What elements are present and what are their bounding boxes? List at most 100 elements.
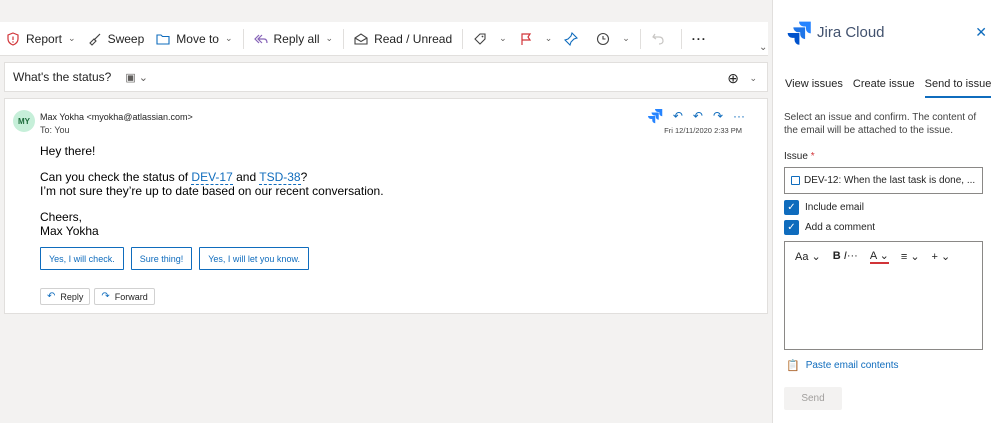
message-actions: ↶ ↶ ↷ ···: [647, 108, 745, 124]
toolbar-divider: [680, 28, 682, 49]
closing-text: Cheers,: [40, 210, 83, 224]
add-comment-checkbox[interactable]: ✓: [784, 220, 799, 235]
send-button[interactable]: Send: [784, 387, 842, 410]
jira-addin-pane: Jira Cloud ✕ View issues Create issue Se…: [772, 0, 999, 423]
avatar: MY: [13, 110, 35, 132]
chevron-down-icon: ⌄: [68, 33, 76, 43]
add-comment-row[interactable]: ✓ Add a comment: [784, 220, 875, 235]
font-size-button[interactable]: Aa ⌄: [795, 250, 821, 263]
flag-button[interactable]: ⌄: [513, 25, 559, 53]
clipboard-icon: 📋: [786, 360, 800, 372]
shield-report-icon: [7, 31, 19, 46]
immersive-reader-icon[interactable]: ▣ ⌄: [125, 71, 148, 84]
chevron-down-icon: ⌄: [224, 33, 233, 43]
reply-all-icon[interactable]: ↶: [693, 109, 703, 123]
pane-title: Jira Cloud: [817, 24, 885, 41]
categorize-button[interactable]: ⌄: [467, 25, 513, 53]
body-line-1-and: and: [232, 170, 260, 184]
font-size-label: Aa: [795, 250, 809, 263]
tag-icon: [474, 32, 486, 45]
more-options-button[interactable]: ···: [686, 25, 713, 53]
tab-send-to-issue[interactable]: Send to issue: [924, 78, 992, 98]
signature-text: Max Yokha: [40, 224, 99, 238]
report-button[interactable]: Report ⌄: [0, 25, 82, 53]
suggested-reply-button[interactable]: Sure thing!: [130, 247, 193, 270]
chevron-down-icon: ⌄: [499, 33, 507, 43]
suggested-replies: Yes, I will check. Sure thing! Yes, I wi…: [40, 247, 309, 270]
read-unread-label: Read / Unread: [374, 31, 453, 46]
toolbar-divider: [639, 28, 641, 49]
reply-all-button[interactable]: Reply all ⌄: [248, 25, 340, 53]
forward-icon: ↷: [101, 291, 110, 302]
zoom-icon[interactable]: ⊕: [727, 70, 739, 87]
text-color-button[interactable]: A ⌄: [869, 249, 889, 264]
reply-icon[interactable]: ↶: [673, 109, 683, 123]
message-date: Fri 12/11/2020 2:33 PM: [664, 126, 742, 135]
comment-editor[interactable]: Aa ⌄ B I··· A ⌄ ≡ ⌄ + ⌄: [784, 241, 983, 350]
clock-icon: [597, 32, 610, 45]
snooze-button[interactable]: ⌄: [590, 25, 636, 53]
undo-button[interactable]: [645, 25, 677, 53]
issue-link-tsd-38[interactable]: TSD-38: [259, 170, 301, 185]
move-to-button[interactable]: Move to ⌄: [150, 25, 238, 53]
sweep-button[interactable]: Sweep: [82, 25, 151, 53]
message-card: MY Max Yokha <myokha@atlassian.com> To: …: [4, 98, 768, 314]
chevron-down-icon[interactable]: ⌄: [759, 42, 767, 53]
pin-button[interactable]: [558, 25, 590, 53]
more-actions-icon[interactable]: ···: [733, 109, 745, 123]
chevron-down-icon: ⌄: [622, 33, 630, 43]
folder-move-icon: [156, 33, 170, 45]
forward-label: Forward: [114, 291, 148, 302]
include-email-checkbox[interactable]: ✓: [784, 200, 799, 215]
tab-create-issue[interactable]: Create issue: [853, 78, 915, 98]
body-line-1-suffix: ?: [300, 170, 308, 184]
issue-link-dev-17[interactable]: DEV-17: [191, 170, 233, 185]
jira-tabs: View issues Create issue Send to issue: [785, 78, 992, 98]
include-email-label: Include email: [805, 202, 864, 213]
recipient-line: To: You: [40, 125, 70, 135]
subject-bar: What's the status? ▣ ⌄ ⊕ ⌄: [4, 62, 768, 92]
list-button[interactable]: ≡ ⌄: [901, 250, 920, 263]
pin-icon: [564, 31, 579, 46]
read-unread-button[interactable]: Read / Unread: [348, 25, 458, 53]
jira-icon[interactable]: [647, 108, 663, 124]
message-body: Hey there! Can you check the status of D…: [40, 144, 384, 238]
tab-view-issues[interactable]: View issues: [785, 78, 843, 98]
forward-icon[interactable]: ↷: [713, 109, 723, 123]
suggested-reply-button[interactable]: Yes, I will let you know.: [199, 247, 309, 270]
text-color-label: A: [869, 249, 877, 262]
editor-toolbar: Aa ⌄ B I··· A ⌄ ≡ ⌄ + ⌄: [785, 242, 982, 270]
paste-email-contents-link[interactable]: 📋 Paste email contents: [786, 359, 899, 372]
reply-all-icon: [253, 34, 268, 43]
move-to-label: Move to: [176, 31, 219, 46]
issue-picker[interactable]: DEV-12: When the last task is done, ...: [784, 167, 983, 194]
plus-icon: +: [931, 250, 938, 263]
sender-name[interactable]: Max Yokha <myokha@atlassian.com>: [40, 112, 193, 122]
undo-icon: [651, 33, 664, 45]
suggested-reply-button[interactable]: Yes, I will check.: [40, 247, 124, 270]
envelope-open-icon: [354, 32, 368, 45]
chevron-down-icon[interactable]: ⌄: [749, 73, 757, 84]
jira-logo-icon: [787, 21, 811, 45]
close-icon[interactable]: ✕: [975, 24, 987, 41]
reply-all-label: Reply all: [273, 31, 320, 46]
list-icon: ≡: [900, 250, 908, 263]
paste-email-label: Paste email contents: [805, 360, 899, 371]
issue-field-label: Issue *: [784, 151, 815, 162]
report-label: Report: [26, 31, 63, 46]
chevron-down-icon: ⌄: [544, 33, 553, 43]
insert-button[interactable]: + ⌄: [932, 250, 951, 263]
mail-toolbar: Report ⌄ Sweep Move to ⌄ Reply all ⌄ Rea…: [0, 22, 768, 56]
toolbar-divider: [343, 28, 345, 49]
reply-button[interactable]: ↶ Reply: [40, 288, 91, 305]
toolbar-divider: [242, 28, 244, 49]
forward-button[interactable]: ↷ Forward: [94, 288, 155, 305]
add-comment-label: Add a comment: [805, 222, 876, 233]
text-format-button[interactable]: B I···: [833, 250, 858, 262]
greeting-text: Hey there!: [40, 144, 96, 158]
broom-icon: [88, 33, 101, 46]
message-subject: What's the status?: [13, 70, 112, 84]
body-line-2: I’m not sure they’re up to date based on…: [40, 184, 384, 198]
include-email-row[interactable]: ✓ Include email: [784, 200, 864, 215]
chevron-down-icon: ⌄: [325, 33, 334, 43]
